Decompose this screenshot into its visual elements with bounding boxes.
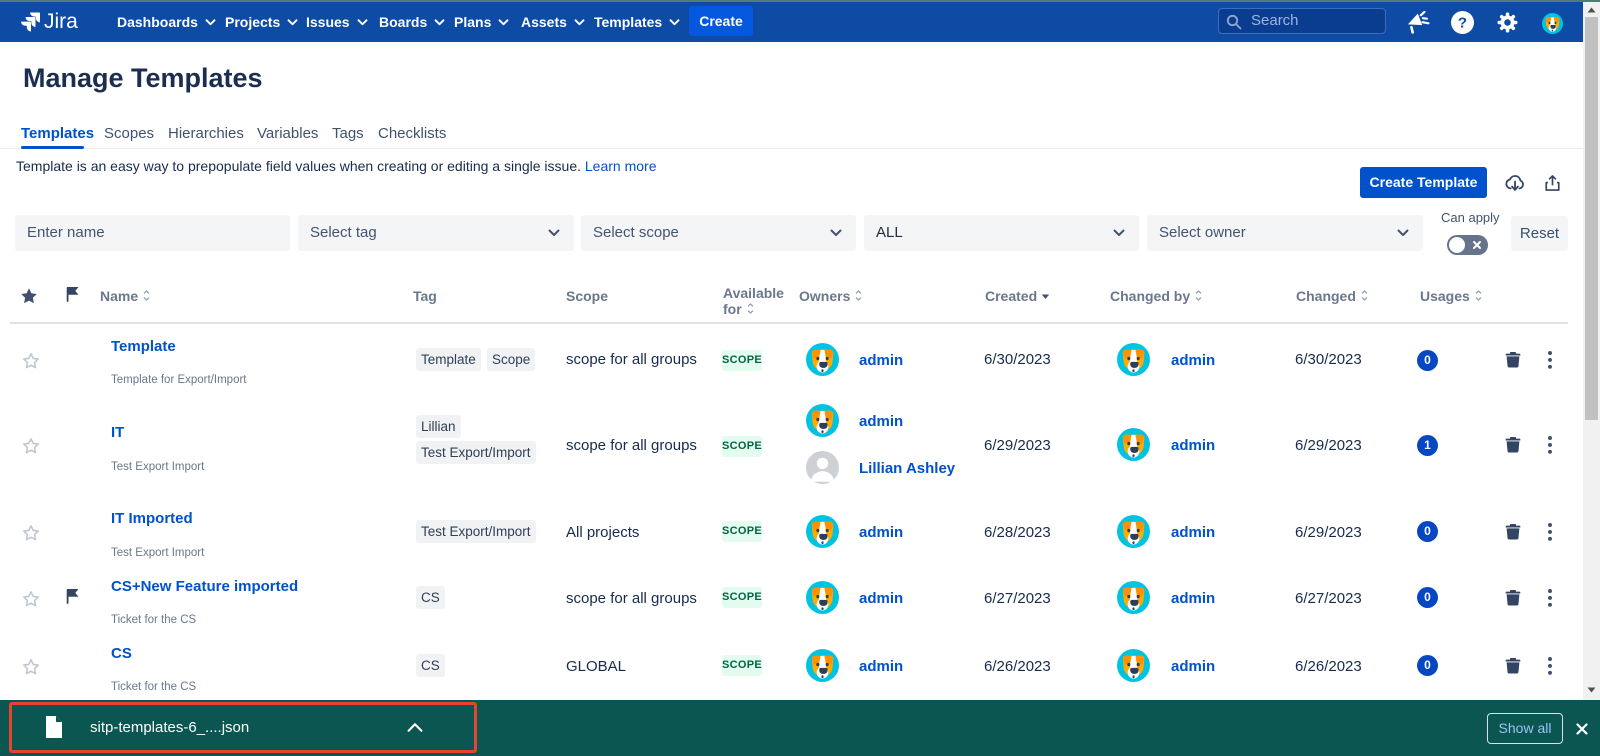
svg-text:?: ? (1458, 15, 1467, 32)
